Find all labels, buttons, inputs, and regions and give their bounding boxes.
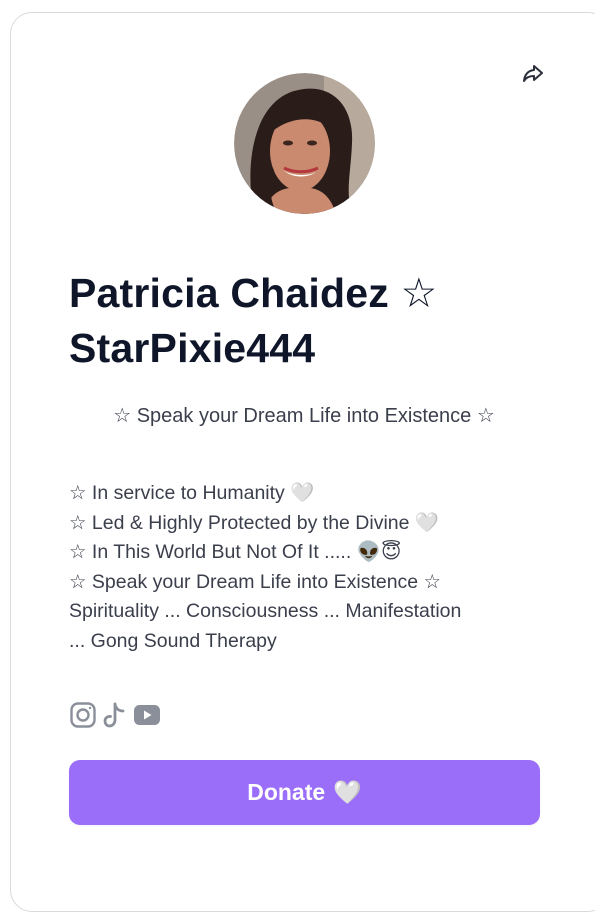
profile-bio: ☆ In service to Humanity 🤍 ☆ Led & Highl… [69, 479, 549, 656]
bio-line: ... Gong Sound Therapy [69, 629, 277, 652]
bio-line: Spirituality ... Consciousness ... Manif… [69, 600, 462, 622]
donate-label: Donate [247, 779, 326, 805]
youtube-link[interactable] [133, 704, 161, 731]
bio-line: ☆ Speak your Dream Life into Existence ☆ [69, 570, 442, 593]
profile-name-line-2: StarPixie444 [69, 325, 316, 371]
profile-name-line-1: Patricia Chaidez ☆ [69, 270, 438, 316]
avatar [234, 73, 375, 214]
share-button[interactable] [518, 60, 548, 90]
instagram-link[interactable] [69, 701, 97, 734]
bio-line: ☆ In This World But Not Of It ..... 👽😇 [69, 541, 402, 563]
social-links [69, 701, 161, 734]
profile-tagline: ☆ Speak your Dream Life into Existence ☆ [113, 405, 495, 427]
tiktok-icon [103, 701, 127, 734]
white-heart-icon: 🤍 [333, 779, 362, 805]
profile-name: Patricia Chaidez ☆ StarPixie444 [69, 266, 539, 376]
instagram-icon [69, 701, 97, 734]
donate-button[interactable]: Donate 🤍 [69, 760, 540, 825]
share-icon [521, 61, 545, 90]
bio-line: ☆ In service to Humanity 🤍 [69, 482, 315, 504]
tiktok-link[interactable] [103, 701, 127, 734]
bio-line: ☆ Led & Highly Protected by the Divine 🤍 [69, 511, 440, 534]
youtube-icon [133, 704, 161, 731]
